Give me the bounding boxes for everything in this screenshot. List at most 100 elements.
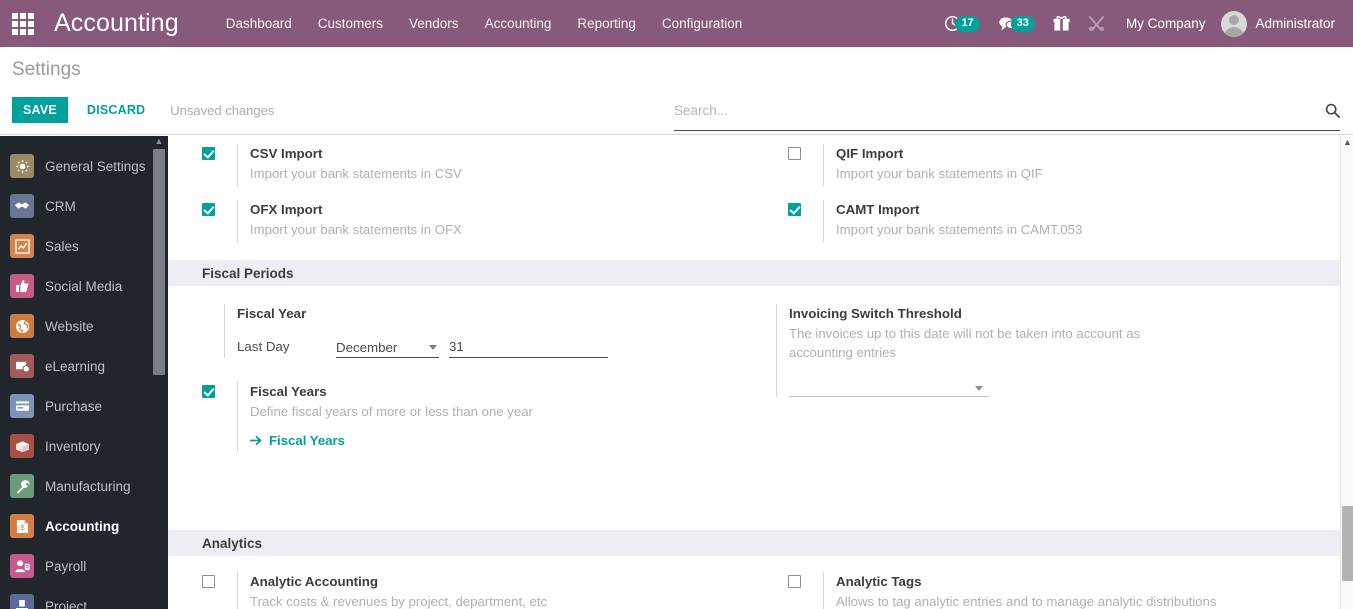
apps-grid-icon[interactable] xyxy=(0,0,46,47)
save-button[interactable]: SAVE xyxy=(12,97,68,123)
analytic-accounting-checkbox[interactable] xyxy=(202,575,215,588)
invoicing-threshold-date-field[interactable] xyxy=(789,376,989,397)
setting-description: Allows to tag analytic entries and to ma… xyxy=(836,594,1217,609)
setting-csv-import: CSV Import Import your bank statements i… xyxy=(202,136,754,192)
control-panel: Settings SAVE DISCARD Unsaved changes xyxy=(0,47,1353,135)
ofx-import-checkbox[interactable] xyxy=(202,203,215,216)
fiscal-day-field[interactable] xyxy=(449,338,608,358)
last-day-label: Last Day xyxy=(237,339,290,354)
svg-text:$: $ xyxy=(20,523,24,532)
menu-item-configuration[interactable]: Configuration xyxy=(649,0,755,47)
company-switcher[interactable]: My Company xyxy=(1114,16,1218,31)
fiscal-years-link[interactable]: Fiscal Years xyxy=(250,433,345,448)
settings-row: Fiscal Year Last Day December 31 Fiscal … xyxy=(168,296,1340,457)
sidebar-item-label: Accounting xyxy=(45,518,120,534)
setting-description: The invoices up to this date will not be… xyxy=(789,326,1141,360)
thumbs-up-icon xyxy=(10,274,34,298)
setting-description: Import your bank statements in OFX xyxy=(250,222,462,237)
discard-button[interactable]: DISCARD xyxy=(76,97,156,123)
sidebar-item-label: Purchase xyxy=(45,398,103,414)
sidebar-item-accounting[interactable]: $ Accounting xyxy=(0,506,168,546)
settings-column-right: Analytic Tags Allows to tag analytic ent… xyxy=(754,564,1340,609)
sidebar-item-crm[interactable]: CRM xyxy=(0,186,168,226)
setting-title: Analytic Accounting xyxy=(250,574,379,589)
activities-count-badge: 17 xyxy=(955,15,980,32)
setting-title: CAMT Import xyxy=(836,202,920,217)
sidebar-item-payroll[interactable]: Payroll xyxy=(0,546,168,586)
camt-import-checkbox[interactable] xyxy=(788,203,801,216)
menu-item-dashboard[interactable]: Dashboard xyxy=(213,0,305,47)
top-navbar: Accounting Dashboard Customers Vendors A… xyxy=(0,0,1353,47)
menu-item-customers[interactable]: Customers xyxy=(305,0,396,47)
search-icon[interactable] xyxy=(1325,103,1340,118)
fiscal-month-select[interactable]: December xyxy=(336,339,439,358)
avatar xyxy=(1221,10,1248,37)
globe-icon xyxy=(10,314,34,338)
setting-title: Fiscal Year xyxy=(237,306,307,321)
sidebar-item-social-media[interactable]: Social Media xyxy=(0,266,168,306)
settings-column-left: OFX Import Import your bank statements i… xyxy=(168,192,754,248)
invoice-icon: $ xyxy=(10,514,34,538)
menu-item-accounting[interactable]: Accounting xyxy=(472,0,565,47)
sidebar-item-elearning[interactable]: eLearning xyxy=(0,346,168,386)
sidebar-item-purchase[interactable]: Purchase xyxy=(0,386,168,426)
search-input[interactable] xyxy=(674,103,1294,118)
section-header-analytics: Analytics xyxy=(168,530,1340,556)
fiscal-years-checkbox[interactable] xyxy=(202,385,215,398)
sidebar-item-label: Project xyxy=(45,598,88,609)
setting-ofx-import: OFX Import Import your bank statements i… xyxy=(202,192,754,248)
import-settings-group: CSV Import Import your bank statements i… xyxy=(168,136,1340,248)
setting-fiscal-year: Fiscal Year Last Day December xyxy=(224,296,754,364)
sidebar-item-general-settings[interactable]: General Settings xyxy=(0,146,168,186)
messages-count-badge: 33 xyxy=(1010,15,1035,32)
messaging-menu[interactable]: 33 xyxy=(989,0,1044,47)
settings-scrollbar[interactable]: ▲ xyxy=(1340,136,1353,609)
setting-analytic-accounting: Analytic Accounting Track costs & revenu… xyxy=(202,564,754,609)
debug-tools-menu[interactable] xyxy=(1079,0,1114,47)
fiscal-periods-group: Fiscal Year Last Day December 31 Fiscal … xyxy=(168,286,1340,457)
app-brand-title[interactable]: Accounting xyxy=(54,9,179,38)
sidebar-item-label: General Settings xyxy=(45,158,146,174)
settings-row: Analytic Accounting Track costs & revenu… xyxy=(168,564,1340,609)
qif-import-checkbox[interactable] xyxy=(788,147,801,160)
analytics-group: Analytic Accounting Track costs & revenu… xyxy=(168,556,1340,609)
setting-body: Analytic Tags Allows to tag analytic ent… xyxy=(823,572,1340,609)
settings-column-right: QIF Import Import your bank statements i… xyxy=(754,136,1340,192)
settings-column-left: CSV Import Import your bank statements i… xyxy=(168,136,754,192)
settings-scrollbar-thumb[interactable] xyxy=(1342,506,1353,581)
chevron-down-icon xyxy=(429,345,437,350)
sidebar-item-label: Manufacturing xyxy=(45,478,131,494)
chevron-down-icon xyxy=(975,386,983,391)
setting-title: Fiscal Years xyxy=(250,384,327,399)
csv-import-checkbox[interactable] xyxy=(202,147,215,160)
menu-item-reporting[interactable]: Reporting xyxy=(564,0,649,47)
sidebar-item-sales[interactable]: Sales xyxy=(0,226,168,266)
setting-body: CSV Import Import your bank statements i… xyxy=(237,144,754,186)
user-name: Administrator xyxy=(1255,16,1335,31)
sidebar-item-manufacturing[interactable]: Manufacturing xyxy=(0,466,168,506)
activities-menu[interactable]: 17 xyxy=(935,0,988,47)
sidebar-item-label: Social Media xyxy=(45,278,123,294)
apps-grid-dots xyxy=(12,12,34,35)
gear-icon xyxy=(10,154,34,178)
fiscal-day-input[interactable] xyxy=(449,339,608,357)
main-menu: Dashboard Customers Vendors Accounting R… xyxy=(213,0,756,47)
employee-icon xyxy=(10,554,34,578)
sidebar-item-label: Sales xyxy=(45,238,79,254)
setting-body: Fiscal Year Last Day December xyxy=(224,304,754,358)
menu-item-vendors[interactable]: Vendors xyxy=(396,0,472,47)
sidebar-item-label: Payroll xyxy=(45,558,87,574)
sidebar-item-project[interactable]: Project xyxy=(0,586,168,609)
analytic-tags-checkbox[interactable] xyxy=(788,575,801,588)
tools-icon xyxy=(1088,15,1104,31)
settings-content: CSV Import Import your bank statements i… xyxy=(168,136,1340,609)
setting-description: Track costs & revenues by project, depar… xyxy=(250,594,548,609)
sidebar-scroll-up-chevron-icon[interactable]: ▲ xyxy=(152,136,166,146)
gift-menu[interactable] xyxy=(1044,0,1079,47)
sidebar-scrollbar-thumb[interactable] xyxy=(153,149,165,375)
sidebar-item-website[interactable]: Website xyxy=(0,306,168,346)
user-menu[interactable]: Administrator xyxy=(1217,10,1341,37)
sidebar-item-inventory[interactable]: Inventory xyxy=(0,426,168,466)
section-header-fiscal-periods: Fiscal Periods xyxy=(168,260,1340,286)
scroll-up-chevron-icon[interactable]: ▲ xyxy=(1341,137,1353,147)
